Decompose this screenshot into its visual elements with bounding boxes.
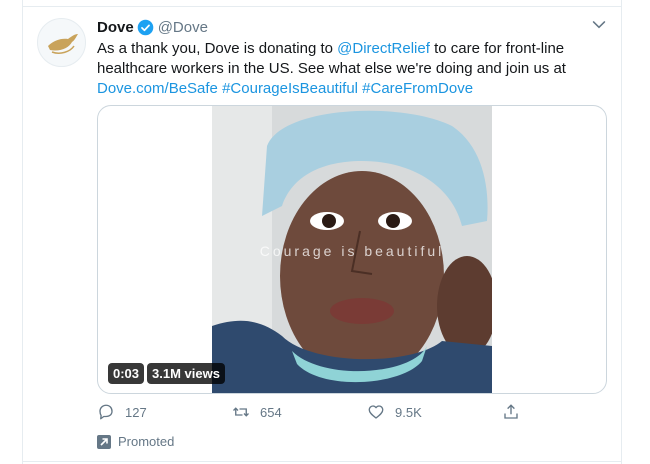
retweet-count: 654 <box>260 404 282 420</box>
mention-link[interactable]: @DirectRelief <box>337 40 430 57</box>
tweet-text-part: As a thank you, Dove is donating to <box>97 40 338 57</box>
reply-button[interactable]: 127 <box>97 400 147 424</box>
timeline-left-border <box>22 0 23 464</box>
share-icon <box>504 404 518 419</box>
retweet-button[interactable]: 654 <box>232 400 282 424</box>
video-duration-badge: 0:03 <box>108 363 145 384</box>
chevron-down-icon[interactable] <box>590 17 608 33</box>
video-views-badge: 3.1M views <box>147 363 225 384</box>
verified-badge-icon <box>137 19 154 36</box>
divider-top <box>22 6 622 7</box>
promoted-text: Promoted <box>118 434 175 449</box>
timeline-right-border <box>621 0 622 464</box>
tweet-header: Dove @Dove <box>97 16 208 38</box>
hashtag-links[interactable]: #CourageIsBeautiful #CareFromDove <box>222 80 473 97</box>
reply-icon <box>99 404 113 420</box>
reply-count: 127 <box>125 404 147 420</box>
promoted-label: Promoted <box>97 434 174 449</box>
video-player[interactable]: Courage is beautiful <box>212 106 492 393</box>
website-link[interactable]: Dove.com/BeSafe <box>97 80 218 97</box>
dove-logo-icon <box>47 33 78 54</box>
share-button[interactable] <box>502 400 520 424</box>
tweet-actions: 127 654 9.5K <box>97 400 527 424</box>
heart-icon <box>368 405 384 419</box>
like-button[interactable]: 9.5K <box>367 400 422 424</box>
display-name[interactable]: Dove <box>97 19 134 36</box>
promoted-arrow-icon <box>97 434 111 449</box>
tweet-text: As a thank you, Dove is donating to @Dir… <box>97 39 607 99</box>
video-overlay-caption: Courage is beautiful <box>259 243 445 259</box>
video-card[interactable]: Courage is beautiful 0:03 3.1M views <box>97 105 607 394</box>
divider-bottom <box>22 461 622 462</box>
avatar[interactable] <box>37 18 86 67</box>
video-badges: 0:03 3.1M views <box>108 363 225 384</box>
handle[interactable]: @Dove <box>158 19 208 36</box>
retweet-icon <box>233 407 249 417</box>
like-count: 9.5K <box>395 404 422 420</box>
